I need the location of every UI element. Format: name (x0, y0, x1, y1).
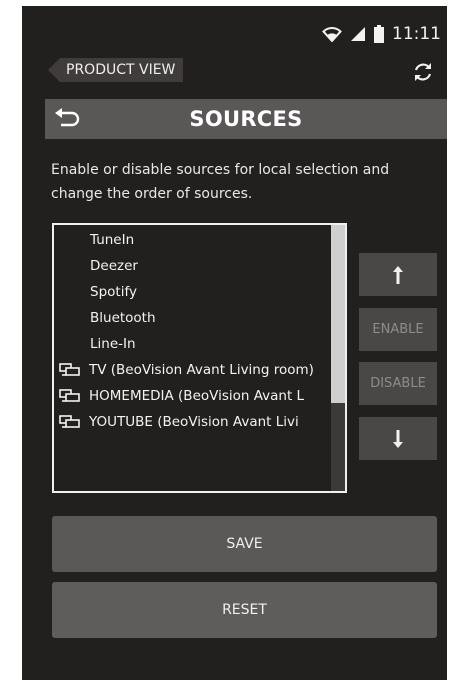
move-down-button[interactable] (359, 417, 437, 460)
status-bar: 11:11 (22, 6, 447, 60)
battery-icon (374, 25, 384, 43)
app-screen: 11:11 PRODUCT VIEW SOURCES Enable or dis… (22, 6, 447, 680)
wifi-icon (322, 27, 342, 42)
linked-device-icon (59, 363, 80, 376)
signal-icon (351, 27, 365, 41)
product-view-button[interactable]: PRODUCT VIEW (48, 58, 184, 82)
linked-device-icon (59, 415, 80, 428)
save-button[interactable]: SAVE (52, 516, 437, 572)
arrow-down-icon (393, 430, 403, 448)
list-scrollbar[interactable] (331, 225, 345, 491)
status-icons: 11:11 (322, 24, 441, 44)
source-label: Deezer (90, 258, 138, 274)
source-label: Spotify (90, 284, 137, 300)
enable-button[interactable]: ENABLE (359, 308, 437, 351)
source-list-item[interactable]: Deezer (54, 253, 329, 279)
refresh-icon[interactable] (411, 60, 435, 84)
source-list[interactable]: TuneIn Deezer Spotify Bluetooth Line-In TV (B… (52, 223, 347, 493)
source-list-item[interactable]: Bluetooth (54, 305, 329, 331)
source-list-item[interactable]: HOMEMEDIA (BeoVision Avant L (54, 383, 329, 409)
source-list-item[interactable]: Spotify (54, 279, 329, 305)
source-label: HOMEMEDIA (BeoVision Avant L (89, 388, 305, 404)
source-list-item[interactable]: TuneIn (54, 227, 329, 253)
linked-device-icon (59, 389, 80, 402)
header-bar: SOURCES (45, 99, 447, 139)
move-up-button[interactable] (359, 253, 437, 296)
scroll-thumb[interactable] (331, 225, 345, 403)
source-label: Bluetooth (90, 310, 156, 326)
source-list-items: TuneIn Deezer Spotify Bluetooth Line-In TV (B… (54, 227, 329, 435)
source-list-item[interactable]: TV (BeoVision Avant Living room) (54, 357, 329, 383)
source-list-item[interactable]: YOUTUBE (BeoVision Avant Livi (54, 409, 329, 435)
disable-button[interactable]: DISABLE (359, 362, 437, 405)
source-label: TV (BeoVision Avant Living room) (89, 362, 314, 378)
description-text: Enable or disable sources for local sele… (51, 162, 390, 202)
clock: 11:11 (392, 24, 441, 44)
reset-button[interactable]: RESET (52, 582, 437, 638)
arrow-up-icon (393, 266, 403, 284)
source-label: YOUTUBE (BeoVision Avant Livi (89, 414, 299, 430)
page-title: SOURCES (189, 107, 303, 131)
source-list-item[interactable]: Line-In (54, 331, 329, 357)
source-label: TuneIn (90, 232, 135, 248)
source-label: Line-In (90, 336, 136, 352)
